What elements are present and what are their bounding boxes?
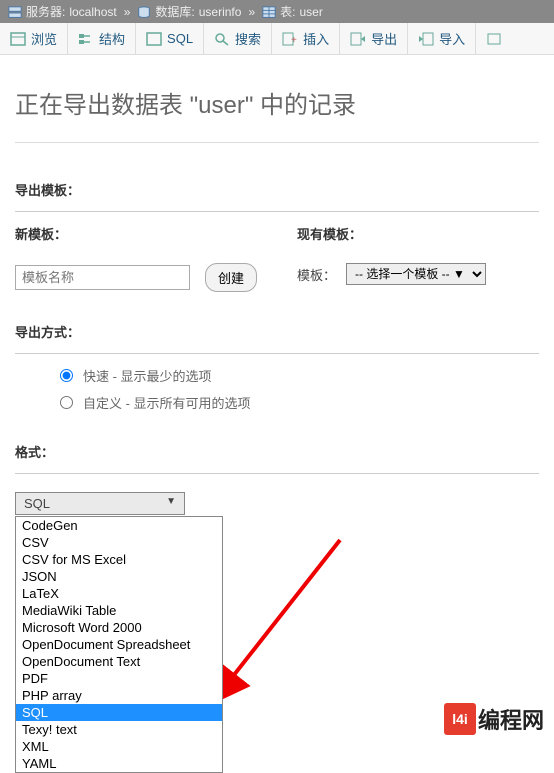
tab-label: 搜索 [235,29,261,48]
format-option[interactable]: PHP array [16,687,222,704]
tab-bar: 浏览 结构 SQL 搜索 + 插入 导出 导入 [0,23,554,55]
format-selected: SQL [24,496,50,511]
breadcrumb: 服务器: localhost » 数据库: userinfo » 表: user [0,0,554,23]
logo-box: l4i [444,703,476,735]
annotation-arrow [210,530,360,710]
page-title: 正在导出数据表 "user" 中的记录 [15,85,539,143]
logo-text: 编程网 [478,703,544,735]
radio-quick[interactable] [60,369,73,382]
breadcrumb-sep: » [124,5,131,19]
server-label: 服务器: [26,3,65,20]
format-option[interactable]: JSON [16,568,222,585]
table-value[interactable]: user [299,5,322,19]
structure-icon [78,32,94,46]
format-option[interactable]: CSV for MS Excel [16,551,222,568]
import-icon [418,32,434,46]
format-option[interactable]: SQL [16,704,222,721]
tab-insert[interactable]: + 插入 [272,23,340,54]
table-icon [262,6,276,18]
insert-icon: + [282,32,298,46]
chevron-down-icon: ▼ [166,496,176,511]
search-icon [214,32,230,46]
browse-icon [10,32,26,46]
template-select[interactable]: -- 选择一个模板 -- ▼ [346,263,486,285]
tab-browse[interactable]: 浏览 [0,23,68,54]
server-value[interactable]: localhost [69,5,116,19]
tab-export[interactable]: 导出 [340,23,408,54]
format-option[interactable]: LaTeX [16,585,222,602]
new-template-label: 新模板： [15,224,257,243]
format-option[interactable]: YAML [16,755,222,772]
radio-custom-label: 自定义 - 显示所有可用的选项 [83,393,251,412]
sql-icon [146,32,162,46]
db-value[interactable]: userinfo [199,5,242,19]
database-icon [137,6,151,18]
table-label: 表: [280,3,295,20]
tab-label: 浏览 [31,29,57,48]
tab-label: 结构 [99,29,125,48]
format-select[interactable]: SQL ▼ [15,492,185,515]
format-option[interactable]: PDF [16,670,222,687]
tab-structure[interactable]: 结构 [68,23,136,54]
radio-quick-label: 快速 - 显示最少的选项 [83,366,212,385]
tab-sql[interactable]: SQL [136,23,204,54]
format-option[interactable]: OpenDocument Text [16,653,222,670]
tab-search[interactable]: 搜索 [204,23,272,54]
breadcrumb-sep: » [248,5,255,19]
db-label: 数据库: [155,3,194,20]
svg-text:+: + [291,35,297,46]
create-button[interactable]: 创建 [205,263,257,292]
more-icon [486,32,502,46]
template-select-label: 模板： [297,265,336,284]
format-option[interactable]: XML [16,738,222,755]
section-format: 格式： [15,430,539,474]
format-option[interactable]: CSV [16,534,222,551]
format-option[interactable]: Texy! text [16,721,222,738]
format-dropdown: CodeGenCSVCSV for MS ExcelJSONLaTeXMedia… [15,516,223,773]
format-option[interactable]: OpenDocument Spreadsheet [16,636,222,653]
format-option[interactable]: MediaWiki Table [16,602,222,619]
section-export-template: 导出模板： [15,168,539,212]
existing-template-label: 现有模板： [297,224,539,243]
tab-label: 插入 [303,29,329,48]
tab-import[interactable]: 导入 [408,23,476,54]
section-export-method: 导出方式： [15,310,539,354]
server-icon [8,6,22,18]
tab-label: SQL [167,31,193,46]
template-name-input[interactable] [15,265,190,290]
format-option[interactable]: Microsoft Word 2000 [16,619,222,636]
radio-custom[interactable] [60,396,73,409]
tab-label: 导入 [439,29,465,48]
watermark-logo: l4i 编程网 [444,703,544,735]
format-option[interactable]: CodeGen [16,517,222,534]
tab-more[interactable] [476,23,512,54]
tab-label: 导出 [371,29,397,48]
export-icon [350,32,366,46]
